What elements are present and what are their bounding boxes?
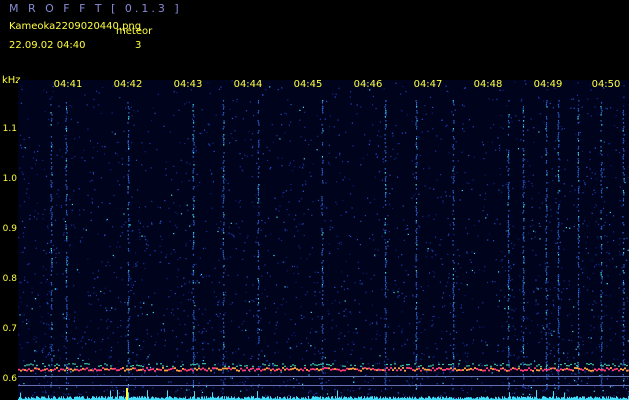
datetime-label: 22.09.02 04:40 (9, 40, 86, 51)
y-tick-label: 1.1 (2, 124, 17, 134)
meteor-count: 3 (135, 40, 142, 51)
x-tick-label: 04:42 (113, 79, 143, 90)
y-tick-label: 0.8 (2, 274, 17, 284)
x-tick-label: 04:49 (533, 79, 563, 90)
x-tick-label: 04:50 (591, 79, 621, 90)
spectrogram (18, 80, 629, 400)
y-tick-label: 0.7 (2, 324, 17, 334)
x-tick-label: 04:47 (413, 79, 443, 90)
reference-line (18, 385, 629, 386)
y-tick-label: 0.6 (2, 374, 17, 384)
x-tick-label: 04:43 (173, 79, 203, 90)
spectrogram-background (18, 80, 629, 400)
reference-line (18, 376, 629, 377)
x-tick-label: 04:48 (473, 79, 503, 90)
x-tick-label: 04:45 (293, 79, 323, 90)
x-tick-label: 04:41 (53, 79, 83, 90)
x-tick-label: 04:46 (353, 79, 383, 90)
meteor-marker (126, 388, 128, 400)
meteor-label: meteor (116, 26, 153, 37)
y-tick-label: 1.0 (2, 174, 17, 184)
y-tick-label: 0.9 (2, 224, 17, 234)
x-tick-label: 04:44 (233, 79, 263, 90)
app-title: M R O F F T [ 0.1.3 ] (9, 2, 182, 15)
